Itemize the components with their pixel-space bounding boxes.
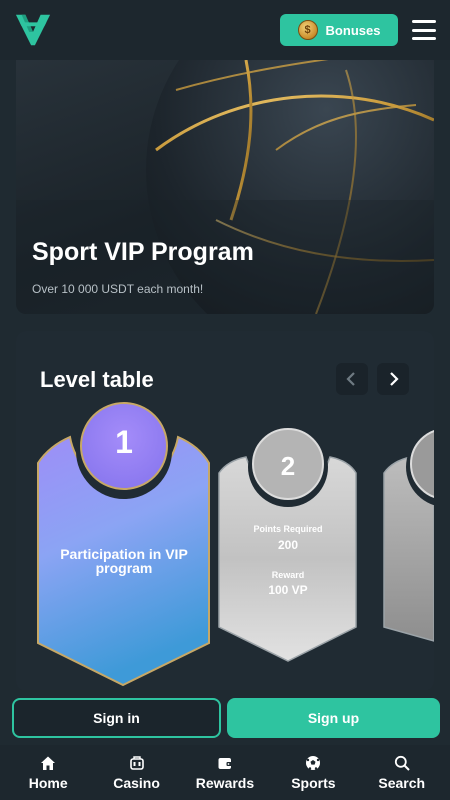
nav-casino[interactable]: Casino: [97, 745, 177, 800]
bottom-navigation: Home Casino Rewards Sports Search: [0, 745, 450, 800]
nav-home-label: Home: [28, 775, 68, 791]
level-1-number: 1: [115, 424, 133, 460]
sign-up-button[interactable]: Sign up: [227, 698, 440, 738]
header-actions: $ Bonuses: [280, 14, 436, 46]
nav-sports-label: Sports: [291, 775, 336, 791]
top-header: $ Bonuses: [0, 0, 450, 60]
nav-search[interactable]: Search: [362, 745, 442, 800]
nav-home[interactable]: Home: [8, 745, 88, 800]
bonuses-label: Bonuses: [325, 22, 381, 38]
logo-icon[interactable]: [14, 11, 52, 49]
search-icon: [394, 755, 410, 771]
hamburger-menu-icon[interactable]: [412, 20, 436, 40]
level-2-reward-value: 100 VP: [268, 583, 308, 597]
nav-search-label: Search: [378, 775, 426, 791]
level-2-points-label: Points Required: [253, 524, 323, 534]
level-2-points-value: 200: [277, 538, 299, 552]
nav-rewards[interactable]: Rewards: [185, 745, 265, 800]
sign-in-button[interactable]: Sign in: [12, 698, 221, 738]
level-cards-graphic: [37, 402, 434, 687]
basketball-image: [16, 50, 434, 314]
soccer-ball-icon: [306, 756, 321, 770]
bonuses-button[interactable]: $ Bonuses: [280, 14, 398, 46]
level-3-card: [383, 428, 434, 642]
coin-icon: $: [297, 20, 318, 40]
hero-title: Sport VIP Program: [32, 238, 254, 266]
level-table-panel: Level table 1 Participation in VIP progr…: [16, 331, 434, 691]
nav-sports[interactable]: Sports: [273, 745, 353, 800]
level-2-number: 2: [280, 451, 296, 481]
hero-subtitle: Over 10 000 USDT each month!: [32, 282, 204, 296]
level-2-reward-label: Reward: [271, 570, 305, 580]
casino-icon: [129, 756, 144, 770]
wallet-icon: [218, 758, 232, 769]
sport-vip-banner[interactable]: Sport VIP Program Over 10 000 USDT each …: [16, 50, 434, 314]
level-1-description: Participation in VIP program: [60, 546, 188, 576]
nav-rewards-label: Rewards: [195, 775, 255, 791]
auth-bar: Sign in Sign up: [0, 690, 450, 745]
home-icon: [41, 756, 56, 770]
nav-casino-label: Casino: [113, 775, 160, 791]
